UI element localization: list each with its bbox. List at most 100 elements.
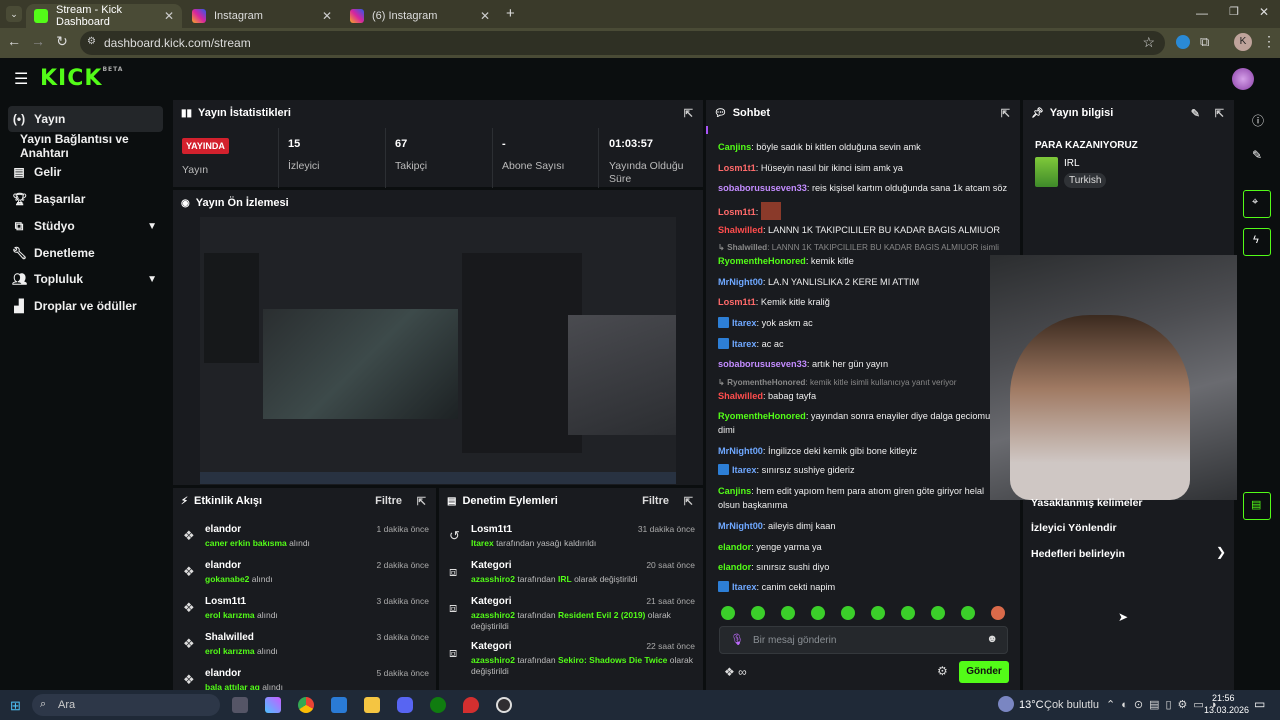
pen-icon[interactable]: ✎: [1252, 148, 1262, 162]
close-window-icon[interactable]: ✕: [1259, 5, 1269, 19]
moderation-target[interactable]: Kategori: [471, 641, 512, 652]
hamburger-menu-icon[interactable]: ☰: [14, 69, 28, 89]
site-info-icon[interactable]: ⚙: [87, 36, 96, 47]
popout-icon[interactable]: ⇱: [417, 495, 426, 508]
chevron-down-icon[interactable]: ▼: [147, 274, 157, 285]
preview-video[interactable]: [200, 217, 676, 484]
minimize-icon[interactable]: —: [1196, 6, 1208, 20]
chat-username[interactable]: Losm1t1: [718, 207, 756, 217]
chat-username[interactable]: ↳ RyomentheHonored: [718, 378, 805, 387]
moderation-target[interactable]: Kategori: [471, 560, 512, 571]
user-avatar[interactable]: [1232, 68, 1254, 90]
sidebar-item-denetleme[interactable]: 🔧︎ Denetleme: [8, 240, 163, 266]
tab-list-chevron-icon[interactable]: ⌄: [6, 6, 22, 22]
chat-username[interactable]: RyomentheHonored: [718, 256, 806, 266]
tab-instagram-notifications[interactable]: (6) Instagram ✕: [342, 4, 498, 28]
microphone-icon[interactable]: 🎙︎: [730, 633, 744, 646]
reload-icon[interactable]: ↻: [52, 33, 72, 50]
emote-icon[interactable]: [871, 606, 885, 620]
chat-username[interactable]: MrNight00: [718, 521, 763, 531]
extensions-puzzle-icon[interactable]: ⧉: [1200, 34, 1209, 50]
filter-button[interactable]: Filtre: [642, 495, 669, 507]
chat-username[interactable]: RyomentheHonored: [718, 411, 806, 421]
chat-username[interactable]: sobaborususeven33: [718, 183, 807, 193]
moderation-target[interactable]: Losm1t1: [471, 524, 512, 535]
info-icon[interactable]: ⓘ: [1252, 112, 1264, 129]
notification-icon[interactable]: ▭: [1254, 697, 1265, 711]
obs-icon[interactable]: [496, 697, 512, 713]
activity-user[interactable]: Shalwilled: [205, 632, 254, 643]
channel-points-icon[interactable]: ❖ ∞: [724, 665, 747, 679]
forward-icon[interactable]: →: [28, 33, 48, 49]
emote-icon[interactable]: [781, 606, 795, 620]
chevron-down-icon[interactable]: ▼: [147, 221, 157, 232]
chat-username[interactable]: elandor: [718, 542, 751, 552]
close-tab-icon[interactable]: ✕: [322, 9, 332, 23]
kick-logo[interactable]: KICKBETA: [40, 66, 123, 91]
discord-icon[interactable]: [397, 697, 413, 713]
activity-user[interactable]: elandor: [205, 524, 241, 535]
chat-username[interactable]: MrNight00: [718, 446, 763, 456]
clock-date[interactable]: 13.03.2026: [1204, 705, 1249, 715]
maps-icon[interactable]: [463, 697, 479, 713]
emote-icon[interactable]: [961, 606, 975, 620]
new-tab-icon[interactable]: +: [506, 5, 515, 22]
sidebar-item-basarilar[interactable]: 🏆︎ Başarılar: [8, 186, 163, 212]
profile-avatar[interactable]: K: [1234, 33, 1252, 51]
windows-start-icon[interactable]: ⊞: [10, 698, 21, 714]
emoji-picker-icon[interactable]: ☻: [986, 633, 998, 645]
browser-menu-icon[interactable]: ⋮: [1262, 33, 1276, 50]
sidebar-item-gelir[interactable]: ▤ Gelir: [8, 159, 163, 185]
chevron-right-icon[interactable]: ❯: [1216, 545, 1226, 559]
restore-icon[interactable]: ❐: [1229, 5, 1239, 18]
emote-icon[interactable]: [991, 606, 1005, 620]
close-tab-icon[interactable]: ✕: [480, 9, 490, 23]
moderation-target[interactable]: Kategori: [471, 596, 512, 607]
chat-username[interactable]: MrNight00: [718, 277, 763, 287]
back-icon[interactable]: ←: [4, 33, 24, 49]
emote-icon[interactable]: [931, 606, 945, 620]
emote-icon[interactable]: [721, 606, 735, 620]
chat-username[interactable]: Itarex: [732, 465, 757, 475]
edit-icon[interactable]: ✎: [1191, 107, 1200, 120]
chat-username[interactable]: Itarex: [732, 318, 757, 328]
popout-icon[interactable]: ⇱: [684, 495, 693, 508]
url-field[interactable]: ⚙ dashboard.kick.com/stream ☆: [80, 31, 1165, 55]
sidebar-item-yayin[interactable]: (•) Yayın: [8, 106, 163, 132]
tab-instagram[interactable]: Instagram ✕: [184, 4, 340, 28]
sidebar-item-stream-key[interactable]: Yayın Bağlantısı ve Anahtarı: [20, 132, 170, 160]
chat-input[interactable]: 🎙︎ Bir mesaj gönderin ☻: [719, 626, 1008, 654]
info-action-raid[interactable]: İzleyici Yönlendir: [1031, 522, 1117, 534]
chat-settings-icon[interactable]: ⚙: [937, 664, 948, 678]
sidebar-item-studyo[interactable]: ⧉ Stüdyo ▼: [8, 213, 163, 239]
close-tab-icon[interactable]: ✕: [164, 9, 174, 23]
chat-username[interactable]: ↳ Shalwilled: [718, 243, 767, 252]
bookmark-star-icon[interactable]: ☆: [1142, 34, 1155, 51]
task-view-icon[interactable]: [232, 697, 248, 713]
chat-username[interactable]: sobaborususeven33: [718, 359, 807, 369]
info-action-goals[interactable]: Hedefleri belirleyin: [1031, 548, 1125, 560]
app-icon[interactable]: [331, 697, 347, 713]
emote-icon[interactable]: [751, 606, 765, 620]
chat-username[interactable]: Shalwilled: [718, 391, 763, 401]
info-action-banned-words[interactable]: Yasaklanmış kelimeler: [1031, 497, 1143, 509]
category-name[interactable]: IRL: [1064, 158, 1080, 169]
emote-icon[interactable]: [811, 606, 825, 620]
popout-icon[interactable]: ⇱: [684, 107, 693, 120]
chat-username[interactable]: Losm1t1: [718, 163, 756, 173]
copilot-icon[interactable]: [265, 697, 281, 713]
chat-tool-button[interactable]: ▤: [1243, 492, 1271, 520]
taskbar-search[interactable]: ⌕ Ara: [32, 694, 220, 716]
chat-username[interactable]: Shalwilled: [718, 225, 763, 235]
tab-kick-dashboard[interactable]: Stream - Kick Dashboard ✕: [26, 4, 182, 28]
xbox-icon[interactable]: [430, 697, 446, 713]
emote-icon[interactable]: [841, 606, 855, 620]
file-explorer-icon[interactable]: [364, 697, 380, 713]
popout-icon[interactable]: ⇱: [1001, 107, 1010, 120]
chat-username[interactable]: Losm1t1: [718, 297, 756, 307]
sidebar-item-droplar[interactable]: ▟ Droplar ve ödüller: [8, 293, 163, 319]
chat-username[interactable]: Canjins: [718, 486, 751, 496]
send-button[interactable]: Gönder: [959, 661, 1009, 683]
activity-user[interactable]: elandor: [205, 560, 241, 571]
chat-username[interactable]: Itarex: [732, 582, 757, 592]
